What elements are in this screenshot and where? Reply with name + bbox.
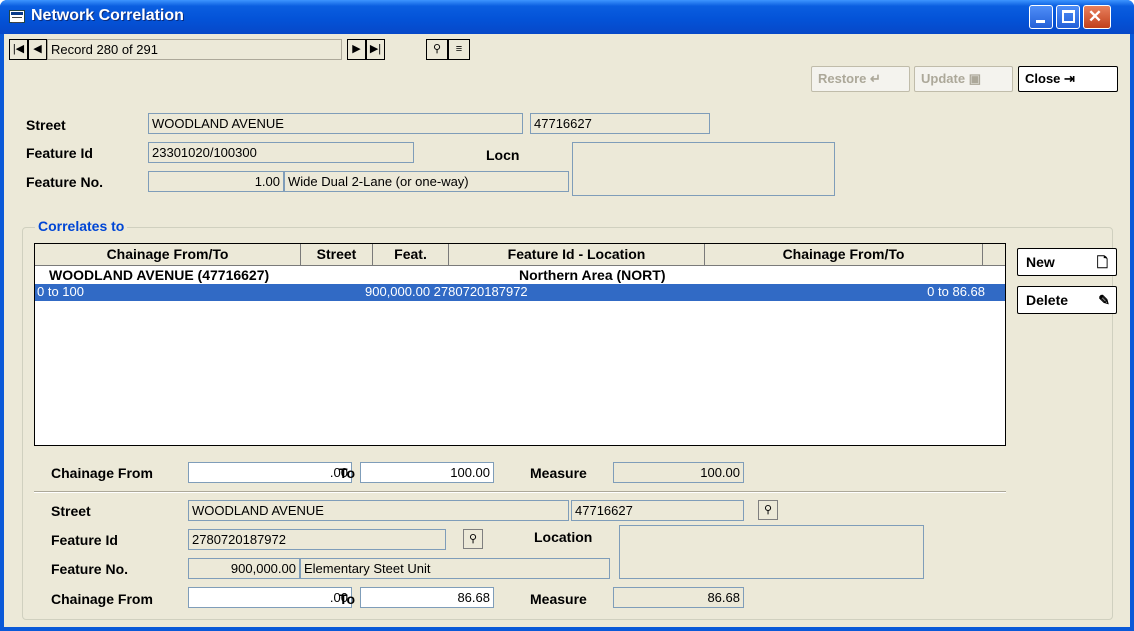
col-chainage-from-to-2[interactable]: Chainage From/To (705, 244, 983, 266)
chainage-to-label: To (339, 465, 356, 481)
app-window: Network Correlation ✕ |◀ ◀ Record 280 of… (0, 0, 1134, 631)
update-icon: ▣ (968, 71, 981, 86)
detail-feature-no-label: Feature No. (51, 561, 129, 577)
detail-street-field[interactable]: WOODLAND AVENUE (188, 500, 569, 521)
record-indicator: Record 280 of 291 (47, 39, 342, 60)
correlates-title: Correlates to (35, 218, 128, 234)
client-area: |◀ ◀ Record 280 of 291 ▶ ▶| ⚲ ≡ Restore … (4, 34, 1130, 627)
list-icon: ≡ (455, 43, 463, 55)
detail-feature-desc-field[interactable]: Elementary Steet Unit (300, 558, 610, 579)
row-chainage-to: 0 to 86.68 (927, 284, 985, 299)
close-button[interactable]: Close ⇥ (1018, 66, 1118, 92)
prev-record-button[interactable]: ◀ (28, 39, 47, 60)
close-label: Close (1025, 71, 1061, 86)
first-record-button[interactable]: |◀ (9, 39, 28, 60)
close-window-button[interactable]: ✕ (1083, 5, 1111, 29)
measure2-field: 86.68 (613, 587, 744, 608)
close-icon: ✕ (1087, 7, 1103, 26)
measure-label: Measure (530, 465, 587, 481)
feature-desc-field[interactable]: Wide Dual 2-Lane (or one-way) (284, 171, 569, 192)
street-code-field[interactable]: 47716627 (530, 113, 710, 134)
chainage2-to-label: To (339, 591, 356, 607)
measure-field: 100.00 (613, 462, 744, 483)
app-icon (9, 10, 25, 23)
table-row[interactable]: 0 to 100 900,000.00 2780720187972 0 to 8… (35, 284, 1005, 301)
row-chainage: 0 to 100 (37, 284, 84, 299)
chainage2-to-input[interactable]: 86.68 (360, 587, 494, 608)
feature-no-field[interactable]: 1.00 (148, 171, 284, 192)
location-field[interactable] (619, 525, 924, 579)
list-group-row[interactable]: WOODLAND AVENUE (47716627) Northern Area… (35, 267, 1005, 284)
maximize-icon (1062, 10, 1075, 23)
delete-button[interactable]: Delete ✎ (1017, 286, 1117, 314)
delete-label: Delete (1026, 292, 1069, 308)
detail-feature-id-field[interactable]: 2780720187972 (188, 529, 446, 550)
measure2-label: Measure (530, 591, 587, 607)
exit-door-icon: ⇥ (1064, 71, 1075, 86)
col-filler (983, 244, 1005, 266)
next-icon: ▶ (352, 43, 361, 55)
last-record-button[interactable]: ▶| (366, 39, 385, 60)
new-label: New (1026, 254, 1055, 270)
chainage-from-input[interactable]: .00 (188, 462, 352, 483)
detail-street-label: Street (51, 503, 91, 519)
divider (34, 491, 1006, 493)
minimize-icon (1036, 20, 1045, 23)
locn-field[interactable] (572, 142, 835, 196)
eraser-icon: ✎ (1098, 292, 1110, 308)
detail-feature-id-label: Feature Id (51, 532, 118, 548)
location-label: Location (534, 529, 593, 545)
street-lookup-button[interactable]: ⚲ (758, 500, 778, 520)
last-icon: ▶| (369, 43, 382, 55)
lookup-icon: ⚲ (468, 533, 478, 545)
prev-icon: ◀ (33, 43, 42, 55)
feature-id-field[interactable]: 23301020/100300 (148, 142, 414, 163)
street-field[interactable]: WOODLAND AVENUE (148, 113, 523, 134)
new-button[interactable]: New 🗋 (1017, 248, 1117, 276)
feature-lookup-button[interactable]: ⚲ (463, 529, 483, 549)
chainage2-from-input[interactable]: .00 (188, 587, 352, 608)
group-area: Northern Area (NORT) (519, 267, 666, 283)
minimize-button[interactable] (1029, 5, 1053, 29)
chainage2-from-label: Chainage From (51, 591, 153, 607)
col-feat[interactable]: Feat. (373, 244, 449, 266)
chainage-from-label: Chainage From (51, 465, 153, 481)
restore-button[interactable]: Restore ↵ (811, 66, 910, 92)
title-bar[interactable]: Network Correlation ✕ (0, 0, 1134, 34)
next-record-button[interactable]: ▶ (347, 39, 366, 60)
row-feat-id: 900,000.00 2780720187972 (365, 284, 528, 299)
group-street: WOODLAND AVENUE (47716627) (49, 267, 270, 283)
restore-icon: ↵ (870, 71, 881, 86)
first-icon: |◀ (12, 43, 25, 55)
maximize-button[interactable] (1056, 5, 1080, 29)
restore-label: Restore (818, 71, 867, 86)
feature-id-label: Feature Id (26, 145, 93, 161)
list-button[interactable]: ≡ (448, 39, 470, 60)
window-title: Network Correlation (31, 7, 184, 24)
find-button[interactable]: ⚲ (426, 39, 448, 60)
locn-label: Locn (486, 147, 520, 163)
lookup-icon: ⚲ (763, 504, 773, 516)
detail-feature-no-field[interactable]: 900,000.00 (188, 558, 300, 579)
street-label: Street (26, 117, 66, 133)
chainage-to-input[interactable]: 100.00 (360, 462, 494, 483)
detail-street-code-field[interactable]: 47716627 (571, 500, 744, 521)
update-label: Update (921, 71, 966, 86)
col-chainage-from-to[interactable]: Chainage From/To (35, 244, 301, 266)
update-button[interactable]: Update ▣ (914, 66, 1013, 92)
new-document-icon: 🗋 (1096, 254, 1108, 270)
binoculars-icon: ⚲ (432, 43, 442, 55)
col-street[interactable]: Street (301, 244, 373, 266)
feature-no-label: Feature No. (26, 174, 104, 190)
correlation-list[interactable]: Chainage From/To Street Feat. Feature Id… (34, 243, 1006, 446)
col-feature-id-location[interactable]: Feature Id - Location (449, 244, 705, 266)
